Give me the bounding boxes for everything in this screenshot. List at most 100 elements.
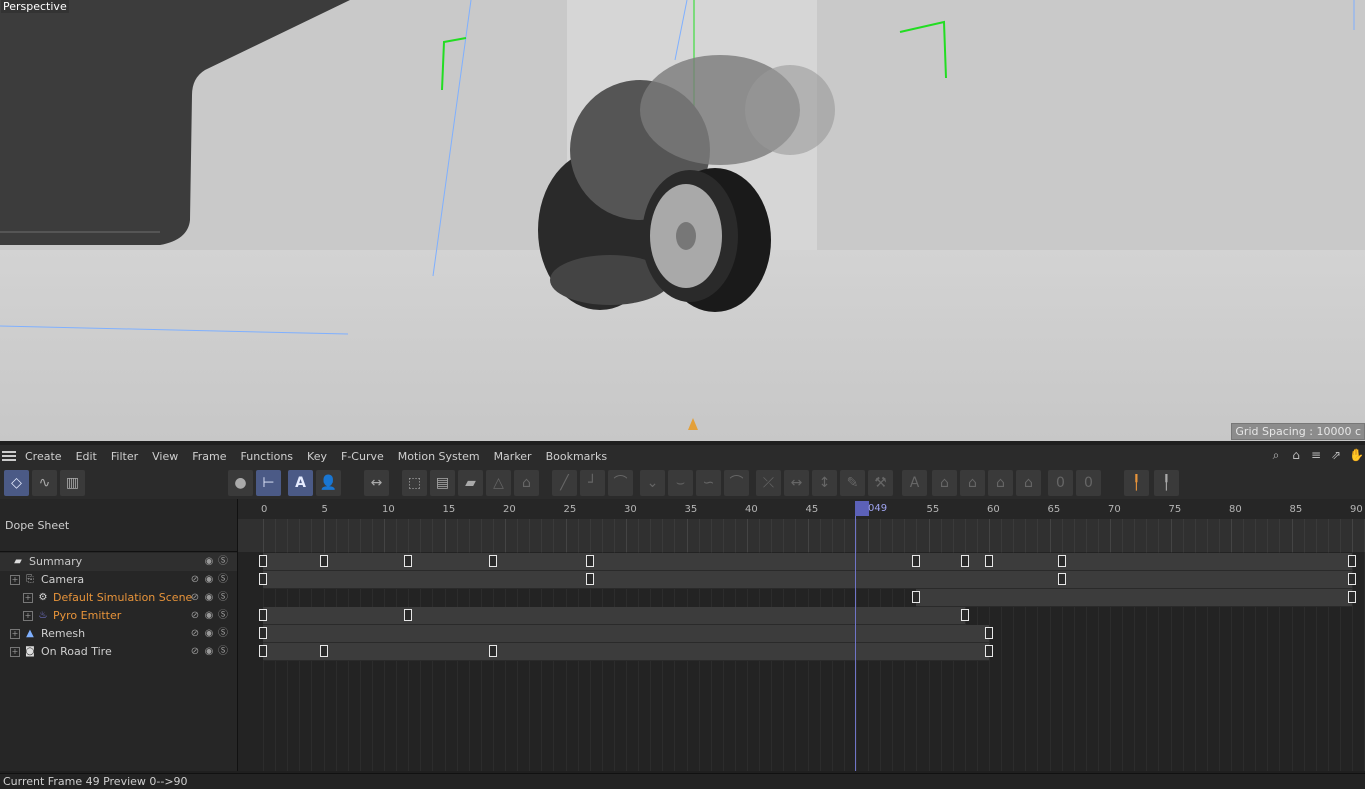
user-icon[interactable]: 👤 (316, 470, 341, 496)
expand-icon[interactable]: + (10, 647, 20, 657)
keyframe[interactable] (912, 591, 921, 603)
row-default-simulation-scene[interactable]: + ⚙ Default Simulation Scene ⊘ ◉ Ⓢ (0, 589, 237, 607)
ease-icon[interactable]: ⌒ (608, 470, 633, 496)
lock-icon[interactable]: ⊘ (189, 643, 201, 661)
lock-icon[interactable]: ⊘ (189, 625, 201, 643)
menu-view[interactable]: View (152, 450, 178, 463)
eye-icon[interactable]: ◉ (203, 607, 215, 625)
keyframe[interactable] (488, 645, 497, 657)
row-pyro-emitter[interactable]: + ♨ Pyro Emitter ⊘ ◉ Ⓢ (0, 607, 237, 625)
solo-icon[interactable]: Ⓢ (217, 643, 229, 661)
solo-icon[interactable]: Ⓢ (217, 625, 229, 643)
menu-create[interactable]: Create (25, 450, 62, 463)
keyframe[interactable] (912, 555, 921, 567)
lock-icon[interactable]: ⊘ (189, 589, 201, 607)
lock-vertical-icon[interactable]: ↕ (812, 470, 837, 496)
key-overshoot-icon[interactable]: ⌂ (988, 470, 1013, 496)
eye-icon[interactable]: ◉ (203, 553, 215, 571)
keyframe[interactable] (319, 645, 328, 657)
hierarchy-icon[interactable]: ⊢ (256, 470, 281, 496)
keyframe[interactable] (319, 555, 328, 567)
dope-sheet-mode-button[interactable]: ◇ (4, 470, 29, 496)
menu-edit[interactable]: Edit (76, 450, 97, 463)
row-camera[interactable]: + ⎘ Camera ⊘ ◉ Ⓢ (0, 571, 237, 589)
eye-icon[interactable]: ◉ (203, 589, 215, 607)
keyframe[interactable] (985, 645, 993, 657)
menu-motion-system[interactable]: Motion System (398, 450, 480, 463)
triangle-icon[interactable]: △ (486, 470, 511, 496)
playhead-line[interactable] (855, 501, 856, 771)
break-tangent-icon[interactable]: ⤫ (756, 470, 781, 496)
keyframe[interactable] (259, 573, 267, 585)
keyframe[interactable] (1348, 591, 1356, 603)
key-zero-length-icon[interactable]: 0 (1048, 470, 1073, 496)
key-tracks-area[interactable] (238, 552, 1365, 771)
keyframe[interactable] (960, 609, 969, 621)
step-icon[interactable]: ┘ (580, 470, 605, 496)
menu-key[interactable]: Key (307, 450, 327, 463)
ease-in-icon[interactable]: ⌣ (668, 470, 693, 496)
eye-icon[interactable]: ◉ (203, 643, 215, 661)
keyframe[interactable] (259, 555, 267, 567)
keyframe[interactable] (1057, 555, 1066, 567)
solo-icon[interactable]: Ⓢ (217, 571, 229, 589)
keyframe[interactable] (488, 555, 497, 567)
keyframe[interactable] (960, 555, 969, 567)
key-lock-value-icon[interactable]: ⌂ (960, 470, 985, 496)
playhead-handle[interactable] (855, 501, 869, 516)
expand-icon[interactable]: + (10, 575, 20, 585)
brush-icon[interactable]: ⌂ (514, 470, 539, 496)
menu-marker[interactable]: Marker (494, 450, 532, 463)
viewport-3d[interactable]: Perspective Grid Spacing : 10000 c (0, 0, 1365, 441)
eye-icon[interactable]: ◉ (203, 571, 215, 589)
expand-icon[interactable]: + (23, 611, 33, 621)
key-auto-icon[interactable]: A (902, 470, 927, 496)
filter-icon[interactable]: ≡ (1309, 448, 1323, 462)
keyframe[interactable] (585, 573, 594, 585)
external-icon[interactable]: ⇗ (1329, 448, 1343, 462)
menu-functions[interactable]: Functions (241, 450, 294, 463)
auto-key-icon[interactable]: A (288, 470, 313, 496)
keyframe[interactable] (1057, 573, 1066, 585)
eye-icon[interactable]: ◉ (203, 625, 215, 643)
frame-all-icon[interactable]: ⬚ (402, 470, 427, 496)
keyframe[interactable] (1348, 555, 1356, 567)
expand-icon[interactable]: + (23, 593, 33, 603)
keyframe[interactable] (259, 627, 267, 639)
spline-icon[interactable]: ⌄ (640, 470, 665, 496)
marker-icon[interactable]: ╿ (1124, 470, 1149, 496)
menu-f-curve[interactable]: F-Curve (341, 450, 384, 463)
menu-filter[interactable]: Filter (111, 450, 138, 463)
keyframe[interactable] (985, 555, 993, 567)
lock-icon[interactable]: ⊘ (189, 571, 201, 589)
menu-bookmarks[interactable]: Bookmarks (546, 450, 607, 463)
ease-both-icon[interactable]: ⌒ (724, 470, 749, 496)
move-arrows-icon[interactable]: ↔ (364, 470, 389, 496)
keyframe[interactable] (985, 627, 993, 639)
key-zero-angle-icon[interactable]: 0 (1076, 470, 1101, 496)
row-summary[interactable]: ▰ Summary ◉ Ⓢ (0, 553, 237, 571)
ease-out-icon[interactable]: ∽ (696, 470, 721, 496)
row-remesh[interactable]: + ▲ Remesh ⊘ ◉ Ⓢ (0, 625, 237, 643)
home-icon[interactable]: ⌂ (1289, 448, 1303, 462)
keyframe[interactable] (404, 609, 413, 621)
key-zero-icon[interactable]: ⌂ (1016, 470, 1041, 496)
lock-horizontal-icon[interactable]: ↔ (784, 470, 809, 496)
menu-frame[interactable]: Frame (192, 450, 226, 463)
frame-ticks-area[interactable] (238, 519, 1365, 552)
keyframe[interactable] (259, 609, 267, 621)
frame-selected-icon[interactable]: ▤ (430, 470, 455, 496)
add-marker-icon[interactable]: ╿ (1154, 470, 1179, 496)
keyframe[interactable] (585, 555, 594, 567)
hamburger-menu-icon[interactable] (2, 451, 16, 461)
pen-icon[interactable]: ✎ (840, 470, 865, 496)
hand-icon[interactable]: ✋ (1349, 448, 1364, 462)
frame-ruler[interactable]: 051015202530354045505560657075808590 (238, 499, 1365, 519)
sphere-icon[interactable]: ● (228, 470, 253, 496)
solo-icon[interactable]: Ⓢ (217, 607, 229, 625)
iron-icon[interactable]: ▰ (458, 470, 483, 496)
expand-icon[interactable]: + (10, 629, 20, 639)
key-lock-icon[interactable]: ⌂ (932, 470, 957, 496)
solo-icon[interactable]: Ⓢ (217, 589, 229, 607)
motion-mode-button[interactable]: ▥ (60, 470, 85, 496)
